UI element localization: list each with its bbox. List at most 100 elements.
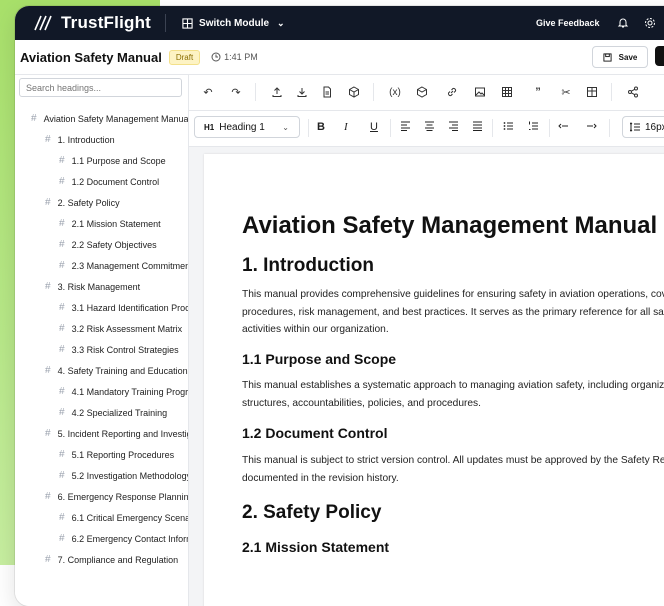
- search-headings-input[interactable]: [19, 78, 182, 97]
- toc-item[interactable]: #5.2 Investigation Methodology: [15, 465, 188, 486]
- toc-item-label: 1.1 Purpose and Scope: [71, 155, 166, 166]
- table-layout-icon[interactable]: [585, 85, 599, 99]
- numbered-list-icon[interactable]: [528, 121, 539, 134]
- hash-icon: #: [59, 344, 65, 355]
- align-right-icon[interactable]: [448, 121, 459, 134]
- toc-item[interactable]: #5.1 Reporting Procedures: [15, 444, 188, 465]
- heading-select-value: Heading 1: [219, 121, 265, 133]
- paragraph: This manual establishes a systematic app…: [242, 380, 664, 409]
- outdent-icon[interactable]: [558, 121, 569, 134]
- quote-icon[interactable]: ”: [531, 85, 545, 99]
- scissors-icon[interactable]: ✂: [559, 85, 573, 99]
- indent-icon[interactable]: [586, 121, 597, 134]
- variable-icon[interactable]: (x): [388, 85, 402, 99]
- cube-icon[interactable]: [347, 85, 361, 99]
- underline-icon[interactable]: U: [370, 121, 378, 133]
- hash-icon: #: [59, 470, 65, 481]
- line-spacing-icon: [630, 122, 640, 132]
- brand-name: TrustFlight: [61, 13, 152, 32]
- toc-item[interactable]: #1. Introduction: [15, 129, 188, 150]
- font-size-select[interactable]: 16px: [622, 116, 664, 138]
- toc-item[interactable]: #3.2 Risk Assessment Matrix: [15, 318, 188, 339]
- undo-icon[interactable]: ↶: [201, 85, 215, 99]
- toc-item[interactable]: #1.2 Document Control: [15, 171, 188, 192]
- hash-icon: #: [59, 533, 65, 544]
- toc-item[interactable]: #7. Compliance and Regulation: [15, 549, 188, 570]
- divider: [165, 14, 167, 32]
- toc-item[interactable]: #3.3 Risk Control Strategies: [15, 339, 188, 360]
- publish-button[interactable]: [655, 46, 664, 66]
- align-left-icon[interactable]: [400, 121, 411, 134]
- toc-item[interactable]: #3. Risk Management: [15, 276, 188, 297]
- app-window: TrustFlight Switch Module ⌄ Give Feedbac…: [15, 6, 664, 606]
- gear-icon[interactable]: [644, 17, 656, 29]
- link-icon[interactable]: [445, 85, 459, 99]
- trustflight-logo-icon: [34, 15, 52, 31]
- logo[interactable]: TrustFlight: [33, 13, 151, 33]
- upload-icon[interactable]: [270, 85, 284, 99]
- bold-icon[interactable]: B: [317, 121, 325, 133]
- editor-toolbar-formatting: H1 Heading 1 ⌄ B I U 16p: [189, 110, 664, 147]
- table-icon[interactable]: [500, 85, 514, 99]
- subsection-heading: 1.2 Document Control: [242, 425, 388, 441]
- hash-icon: #: [59, 323, 65, 334]
- heading-level-select[interactable]: H1 Heading 1 ⌄: [194, 116, 300, 138]
- bell-icon[interactable]: [617, 17, 629, 29]
- align-justify-icon[interactable]: [472, 121, 483, 134]
- divider: [492, 119, 493, 137]
- toc-item[interactable]: #4.1 Mandatory Training Programs: [15, 381, 188, 402]
- download-icon[interactable]: [295, 85, 309, 99]
- toc-item[interactable]: #2.3 Management Commitment: [15, 255, 188, 276]
- chevron-down-icon: ⌄: [277, 17, 285, 28]
- align-center-icon[interactable]: [424, 121, 435, 134]
- toc-item[interactable]: #2.2 Safety Objectives: [15, 234, 188, 255]
- bullet-list-icon[interactable]: [503, 121, 514, 134]
- save-label: Save: [618, 52, 638, 62]
- toc-item[interactable]: #2.1 Mission Statement: [15, 213, 188, 234]
- toc-item[interactable]: #2. Safety Policy: [15, 192, 188, 213]
- heading-prefix: H1: [204, 122, 215, 132]
- hash-icon: #: [45, 428, 51, 439]
- toc-item[interactable]: #6.2 Emergency Contact Information: [15, 528, 188, 549]
- document-page[interactable]: Aviation Safety Management Manual 1. Int…: [204, 154, 664, 606]
- switch-module-label: Switch Module: [199, 17, 270, 29]
- hash-icon: #: [59, 386, 65, 397]
- hash-icon: #: [45, 365, 51, 376]
- table-of-contents-sidebar: # Aviation Safety Management Manual #1. In…: [15, 75, 189, 606]
- toc-item[interactable]: #4.2 Specialized Training: [15, 402, 188, 423]
- italic-icon[interactable]: I: [344, 121, 348, 133]
- document-icon[interactable]: [320, 85, 334, 99]
- toc-item-label: 4.2 Specialized Training: [71, 407, 168, 418]
- divider: [609, 119, 610, 137]
- toc-item-label: 2.1 Mission Statement: [71, 218, 161, 229]
- toc-item-label: 4.1 Mandatory Training Programs: [71, 386, 188, 397]
- toc-item[interactable]: #4. Safety Training and Education: [15, 360, 188, 381]
- share-icon[interactable]: [626, 85, 640, 99]
- redo-icon[interactable]: ↷: [229, 85, 243, 99]
- toc-item[interactable]: #6. Emergency Response Planning: [15, 486, 188, 507]
- hash-icon: #: [59, 155, 65, 166]
- give-feedback-link[interactable]: Give Feedback: [536, 18, 600, 28]
- toc-item[interactable]: #6.1 Critical Emergency Scenarios: [15, 507, 188, 528]
- toc-item-label: 3.3 Risk Control Strategies: [71, 344, 179, 355]
- time-label: 1:41 PM: [224, 52, 258, 62]
- hash-icon: #: [59, 512, 65, 523]
- toc-item-label: 3. Risk Management: [57, 281, 141, 292]
- toc-item-label: 2.3 Management Commitment: [71, 260, 188, 271]
- toc-item-label: 5.1 Reporting Procedures: [71, 449, 175, 460]
- toc-item-label: 6.1 Critical Emergency Scenarios: [71, 512, 188, 523]
- top-bar: TrustFlight Switch Module ⌄ Give Feedbac…: [15, 6, 664, 40]
- toc-item-label: 3.1 Hazard Identification Process: [71, 302, 188, 313]
- toc-item[interactable]: #1.1 Purpose and Scope: [15, 150, 188, 171]
- save-button[interactable]: Save: [592, 46, 648, 68]
- toc-item[interactable]: #3.1 Hazard Identification Process: [15, 297, 188, 318]
- hash-icon: #: [45, 491, 51, 502]
- hash-icon: #: [59, 239, 65, 250]
- switch-module-button[interactable]: Switch Module ⌄: [182, 18, 285, 29]
- image-icon[interactable]: [473, 85, 487, 99]
- toc-item[interactable]: # Aviation Safety Management Manual: [15, 108, 188, 129]
- hash-icon: #: [59, 407, 65, 418]
- toc-item[interactable]: #5. Incident Reporting and Investigation: [15, 423, 188, 444]
- box-icon[interactable]: [415, 85, 429, 99]
- heading-list: # Aviation Safety Management Manual #1. In…: [15, 108, 188, 570]
